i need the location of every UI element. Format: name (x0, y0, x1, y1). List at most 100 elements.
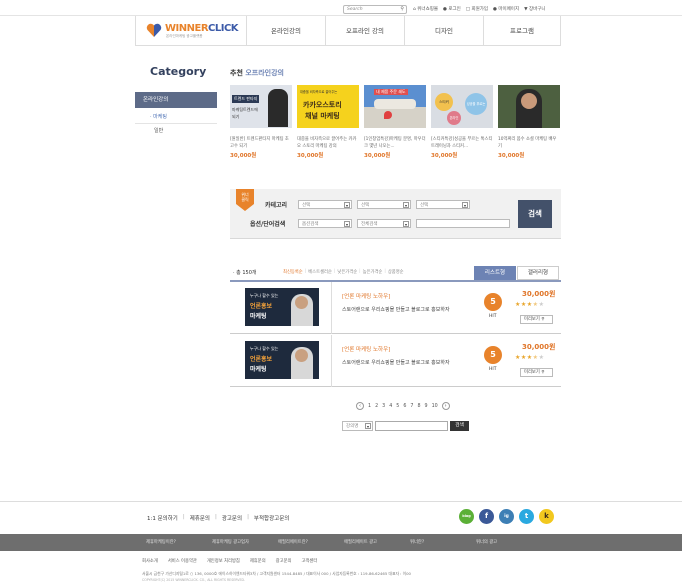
page-number[interactable]: 8 (417, 404, 420, 409)
sidebar-item-general[interactable]: 일반 (154, 127, 163, 134)
option-search-select[interactable]: 옵션검색 ▾ (298, 219, 352, 228)
footer-separator: | (182, 514, 185, 520)
next-page-icon[interactable]: › (441, 402, 450, 410)
footer-nav-item[interactable]: 회사소개 (142, 558, 158, 564)
hit-label: HIT (489, 367, 497, 372)
kakao-icon[interactable]: k (539, 509, 554, 524)
lecture-description: 스토어랜으로 우리쇼핑몰 만들고 블로그로 홍보하자 (342, 360, 450, 366)
search-input[interactable]: Search ⚲ (343, 5, 407, 14)
recommend-card[interactable]: 내 제품 주문 쇄도 [1인창업특강]마케팅 분명, 마우더크 몇년 나오는..… (364, 85, 426, 159)
sort-low-price[interactable]: 낮은가격순 (337, 269, 357, 275)
sort-separator: | (384, 269, 386, 274)
thumb-text: 언론홍보 (250, 303, 273, 310)
footer-link-report[interactable]: 부적합광고문의 (254, 514, 289, 522)
select-value: 선택 (302, 203, 311, 208)
category-select-3[interactable]: 선택 ▾ (416, 200, 470, 209)
page-number[interactable]: 7 (410, 404, 413, 409)
footer-bar-item[interactable]: 제휴마케팅 광고업자 (212, 539, 249, 545)
page-number[interactable]: 9 (425, 404, 428, 409)
logo-winner: WINNER (165, 23, 209, 34)
list-item[interactable]: 누구나 할수 있는 언론홍보 마케팅 [언론 마케팅 노하우] 스토어랜으로 우… (230, 335, 561, 387)
footer-bar-item[interactable]: 위너의 광고 (476, 539, 497, 545)
preview-button[interactable]: 미리보기 ⚲ (520, 315, 553, 324)
card-title: 대중을 비자측으로 끌어주는 카카오 스토리 마케팅 강의 (297, 137, 357, 149)
footer-link-partnership[interactable]: 제휴문의 (190, 514, 210, 522)
footer-nav-item[interactable]: 제휴문의 (250, 558, 266, 564)
lecture-title[interactable]: [언론 마케팅 노하우] (342, 292, 390, 300)
footer-bar-item[interactable]: 제휴마케팅이란? (146, 539, 176, 545)
hit-count: 5 (484, 293, 502, 311)
recommend-card[interactable]: 스티커 성공을 부르는 온라인 [스티커특강]성공을 부르는 톡스티 트래이닝과… (431, 85, 493, 159)
star-icon: ★ (526, 301, 533, 308)
page-number[interactable]: 2 (375, 404, 378, 409)
nav-design[interactable]: 디자인 (404, 16, 483, 46)
nav-offline-lecture[interactable]: 오프라인 강의 (325, 16, 404, 46)
footer-nav-item[interactable]: 고객센터 (301, 558, 317, 564)
lecture-thumbnail: 누구나 할수 있는 언론홍보 마케팅 (245, 288, 319, 326)
footer-nav-item[interactable]: 광고문의 (276, 558, 292, 564)
top-link-mypage[interactable]: ● 마이페이지 (493, 6, 519, 12)
footer-bar-item[interactable]: 애필리에이트란? (278, 539, 308, 545)
card-thumbnail: 트렌드 판타지 마케팅트렌드에 되기 (230, 85, 292, 128)
bottom-search-input[interactable] (375, 421, 448, 431)
prev-page-icon[interactable]: ‹ (356, 402, 364, 410)
sidebar-item-marketing[interactable]: · 마케팅 (150, 113, 167, 120)
sort-high-price[interactable]: 높은가격순 (363, 269, 383, 275)
top-link-shop[interactable]: ⌂ 위너쇼핑몰 (413, 6, 438, 12)
lecture-title[interactable]: [언론 마케팅 노하우] (342, 345, 390, 353)
recommend-card[interactable]: 트렌드 판타지 마케팅트렌드에 되기 [원일반] 트렌드판타지 마케팅 초고수 … (230, 85, 292, 159)
rating-stars: ★★★★★ (515, 354, 544, 361)
top-link-cart[interactable]: ▼ 장바구니 (524, 6, 545, 12)
keyword-input[interactable] (416, 219, 510, 228)
tab-gallery-view[interactable]: 갤러리형 (517, 266, 559, 280)
page-number[interactable]: 6 (403, 404, 406, 409)
chevron-down-icon: ▾ (344, 202, 350, 208)
chevron-down-icon: ▾ (365, 423, 371, 429)
top-link-join[interactable]: □ 회원가입 (466, 6, 488, 12)
tab-list-view[interactable]: 리스트형 (474, 266, 516, 280)
page-number[interactable]: 5 (396, 404, 399, 409)
recommend-card[interactable]: 10억짜리 몸수 소셜 마케팅 배우기 30,000원 (498, 85, 560, 159)
footer-bar-item[interactable]: 애필리에이트 광고 (344, 539, 377, 545)
footer-link-inquiry[interactable]: 1:1 문의하기 (147, 514, 178, 522)
footer-nav-item[interactable]: 서비스 이용약관 (168, 558, 197, 564)
top-link-login-label: 로그인 (448, 7, 461, 12)
nav-program[interactable]: 프로그램 (483, 16, 561, 46)
logo-subtitle: 온라인마케팅 광고플랫폼 (166, 34, 203, 38)
category-select-1[interactable]: 선택 ▾ (298, 200, 352, 209)
search-button[interactable]: 검색 (518, 200, 552, 228)
footer-nav-item[interactable]: 개인정보 처리방침 (207, 558, 240, 564)
footer-bar-item[interactable]: 위너란? (410, 539, 424, 545)
top-link-shop-label: 위너쇼핑몰 (417, 7, 438, 12)
logo[interactable]: WINNERCLICK 온라인마케팅 광고플랫폼 (146, 22, 239, 40)
facebook-icon[interactable]: f (479, 509, 494, 524)
thumb-text: 누구나 할수 있는 (250, 346, 279, 351)
twitter-icon[interactable]: t (519, 509, 534, 524)
sidebar-item-online[interactable]: 온라인강의 (135, 92, 217, 108)
preview-label: 미리보기 (524, 317, 540, 322)
nav-online-lecture[interactable]: 온라인강의 (246, 16, 325, 46)
card-price: 30,000원 (364, 153, 391, 159)
page-number[interactable]: 10 (432, 404, 438, 409)
search-icon[interactable]: ⚲ (400, 6, 404, 12)
instagram-icon[interactable]: ig (499, 509, 514, 524)
all-search-select[interactable]: 전체검색 ▾ (357, 219, 411, 228)
list-item[interactable]: 누구나 할수 있는 언론홍보 마케팅 [언론 마케팅 노하우] 스토어랜으로 우… (230, 282, 561, 334)
category-select-2[interactable]: 선택 ▾ (357, 200, 411, 209)
bottom-search-button[interactable]: 검색 (450, 421, 469, 431)
page-number[interactable]: 1 (368, 404, 371, 409)
logo-brand: WINNERCLICK (165, 23, 239, 34)
preview-button[interactable]: 미리보기 ⚲ (520, 368, 553, 377)
sort-latest[interactable]: 최신등록순 (283, 269, 303, 275)
page-number[interactable]: 4 (389, 404, 392, 409)
recommend-card[interactable]: 대중을 비자측으로 끌어주는 카카오스토리 채널 마케팅 대중을 비자측으로 끌… (297, 85, 359, 159)
bottom-search-select[interactable]: 강의명 ▾ (342, 421, 373, 431)
page-number[interactable]: 3 (382, 404, 385, 409)
label-category: 카테고리 (265, 202, 288, 209)
blog-icon[interactable]: blog (459, 509, 474, 524)
sort-name[interactable]: 상품명순 (388, 269, 404, 275)
footer-link-ad[interactable]: 광고문의 (222, 514, 242, 522)
recommend-title-accent: 오프라인강의 (245, 69, 284, 77)
sort-best[interactable]: 베스트셀러순 (308, 269, 332, 275)
top-link-login[interactable]: ● 로그인 (443, 6, 461, 12)
